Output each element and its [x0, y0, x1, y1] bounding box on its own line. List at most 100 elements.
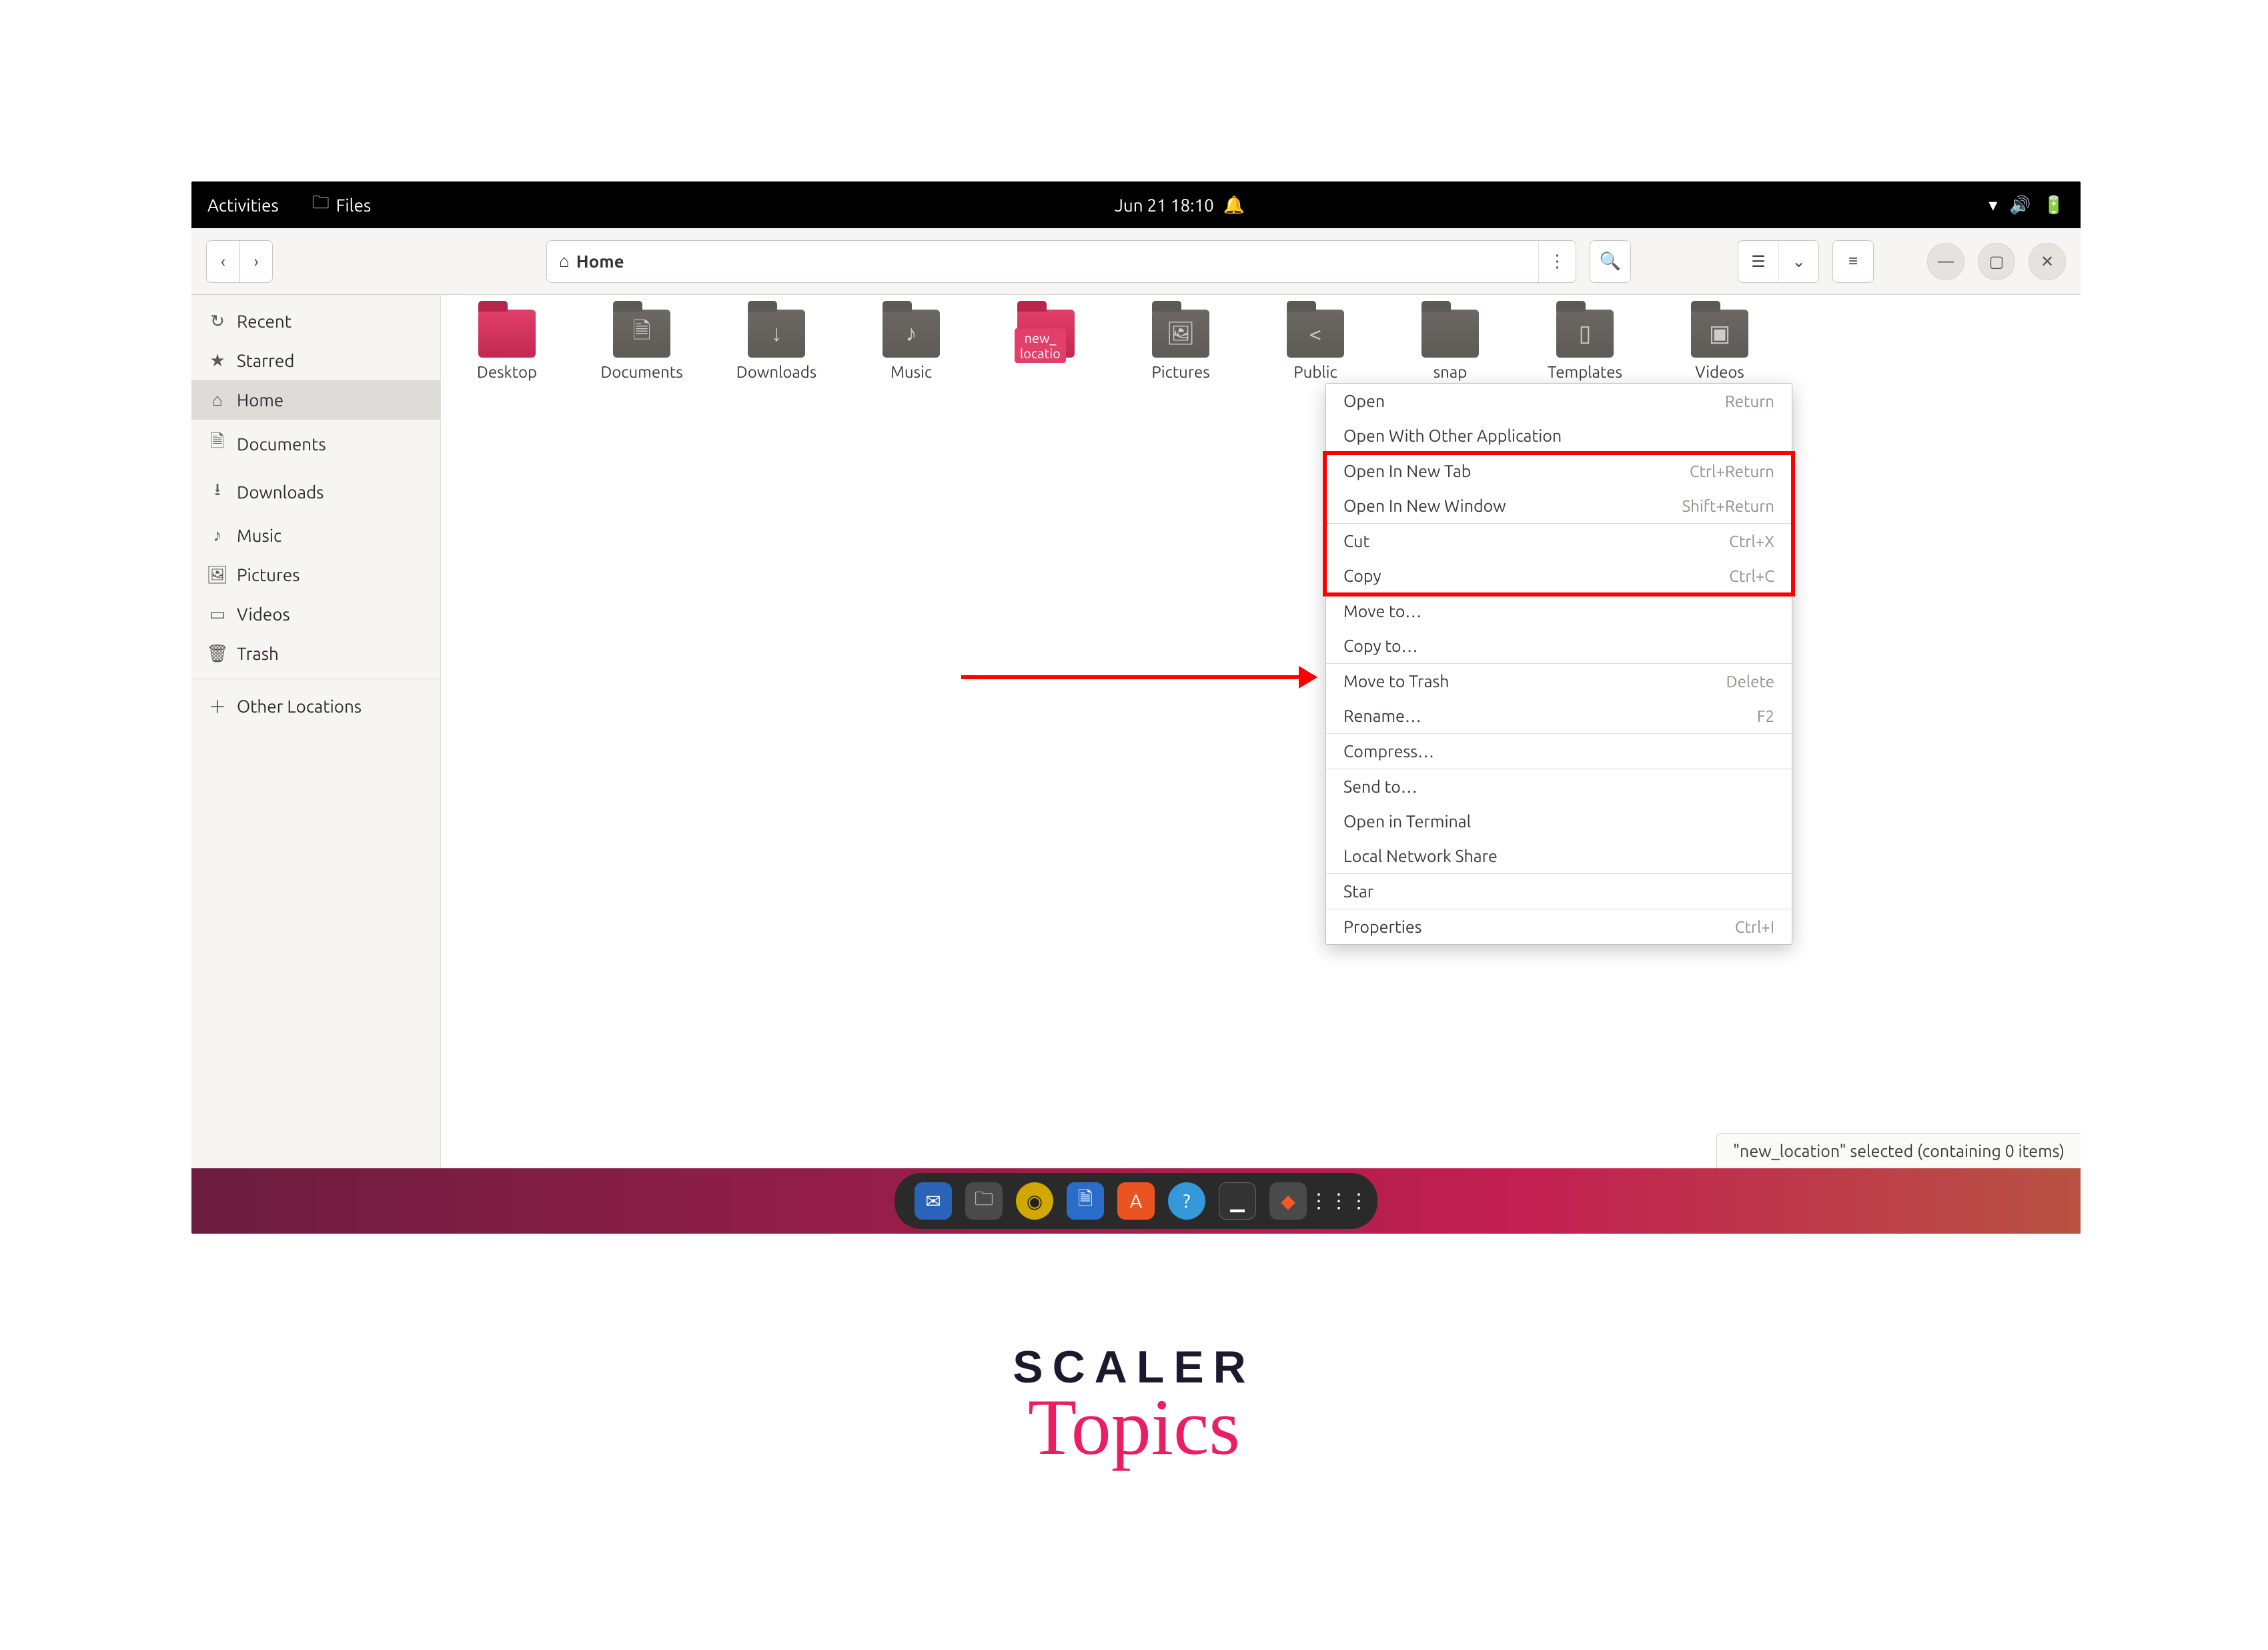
gnome-topbar: Activities 🗀 Files Jun 21 18:10 🔔 ▾ 🔊 🔋 [191, 181, 2081, 228]
context-menu-item[interactable]: Rename… F2 [1326, 699, 1792, 733]
context-menu-item[interactable]: Send to… [1326, 769, 1792, 804]
menu-item-label: Copy to… [1343, 637, 1418, 655]
menu-item-shortcut: Ctrl+Return [1690, 462, 1774, 480]
back-button[interactable]: ‹ [206, 240, 239, 283]
folder-item[interactable]: new_locationew_location [1009, 310, 1083, 382]
sidebar-item-label: Other Locations [237, 697, 362, 716]
context-menu-item[interactable]: OpenReturn [1326, 384, 1792, 418]
menu-item-shortcut: F2 [1757, 707, 1774, 725]
folder-icon: ♪ [883, 310, 940, 358]
menu-item-shortcut: Shift+Return [1682, 497, 1774, 515]
context-menu-item[interactable]: Local Network Share [1326, 839, 1792, 873]
sidebar-item-label: Starred [237, 351, 294, 370]
context-menu-item[interactable]: Open In New TabCtrl+Return [1326, 454, 1792, 488]
star-icon: ★ [209, 350, 226, 371]
image-icon: 🖼 [209, 564, 226, 585]
sidebar-item-starred[interactable]: ★ Starred [191, 341, 440, 380]
menu-item-label: Star [1343, 882, 1373, 901]
sidebar-item-other-locations[interactable]: ＋ Other Locations [191, 685, 440, 728]
context-menu-item[interactable]: Compress… [1326, 734, 1792, 769]
dock-app-rhythmbox[interactable]: ◉ [1016, 1182, 1053, 1220]
hamburger-button[interactable]: ≡ [1832, 240, 1874, 283]
folder-item[interactable]: ▣Videos [1683, 310, 1756, 382]
context-menu-item[interactable]: Move to TrashDelete [1326, 664, 1792, 699]
battery-icon[interactable]: 🔋 [2043, 195, 2065, 216]
folder-icon [478, 310, 536, 358]
close-button[interactable]: ✕ [2029, 243, 2066, 280]
wifi-icon[interactable]: ▾ [1989, 195, 1997, 216]
maximize-button[interactable]: ▢ [1978, 243, 2015, 280]
sidebar-item-pictures[interactable]: 🖼Pictures [191, 555, 440, 594]
context-menu-item[interactable]: Open in Terminal [1326, 804, 1792, 839]
dock-app-libreoffice[interactable]: 🗎 [1067, 1182, 1104, 1220]
app-name-label: Files [336, 195, 371, 215]
context-menu-item[interactable]: Copy to… [1326, 629, 1792, 663]
path-bar[interactable]: ⌂ Home ⋮ [546, 240, 1576, 283]
folder-item[interactable]: 🗎Documents [605, 310, 678, 382]
search-button[interactable]: 🔍 [1590, 240, 1631, 283]
context-menu-item[interactable]: Star [1326, 874, 1792, 909]
sidebar-item-trash[interactable]: 🗑Trash [191, 634, 440, 673]
sidebar-item-label: Home [237, 390, 284, 410]
dock-background: ✉ 🗀 ◉ 🗎 A ? ▁ ◆ ⋮⋮⋮ [191, 1168, 2081, 1234]
folder-label: Public [1293, 363, 1337, 382]
menu-item-label: Copy [1343, 566, 1381, 585]
menu-item-label: Open in Terminal [1343, 812, 1471, 831]
trash-icon: 🗑 [209, 643, 226, 664]
clock-label[interactable]: Jun 21 18:10 [1115, 195, 1214, 215]
dock-app-files[interactable]: 🗀 [965, 1182, 1003, 1220]
notification-bell-icon[interactable]: 🔔 [1223, 195, 1245, 216]
dock-app-brave[interactable]: ◆ [1269, 1182, 1307, 1220]
folder-item[interactable]: ♪Music [875, 310, 948, 382]
folder-item[interactable]: ▯Templates [1548, 310, 1622, 382]
home-icon: ⌂ [559, 251, 570, 272]
sidebar-item-home[interactable]: ⌂ Home [191, 380, 440, 420]
forward-button[interactable]: › [239, 240, 273, 283]
dock-app-terminal[interactable]: ▁ [1219, 1182, 1256, 1220]
menu-item-shortcut: Ctrl+I [1735, 918, 1774, 936]
folder-icon [1422, 310, 1479, 358]
dock-app-software[interactable]: A [1117, 1182, 1155, 1220]
context-menu-item[interactable]: Move to… [1326, 594, 1792, 629]
ubuntu-desktop-window: Activities 🗀 Files Jun 21 18:10 🔔 ▾ 🔊 🔋 … [191, 181, 2081, 1234]
folder-icon: 🗎 [613, 310, 670, 358]
dock-app-grid[interactable]: ⋮⋮⋮ [1320, 1182, 1357, 1220]
folder-item[interactable]: <Public [1279, 310, 1352, 382]
folder-item[interactable]: Desktop [470, 310, 544, 382]
context-menu-item[interactable]: Open In New Window Shift+Return [1326, 488, 1792, 523]
menu-item-label: Move to… [1343, 602, 1422, 621]
view-dropdown-button[interactable]: ⌄ [1778, 241, 1818, 282]
dock-app-thunderbird[interactable]: ✉ [915, 1182, 952, 1220]
sidebar-item-label: Downloads [237, 482, 324, 502]
activities-button[interactable]: Activities [207, 195, 279, 215]
sidebar-item-recent[interactable]: ↻Recent [191, 302, 440, 341]
dock-app-help[interactable]: ? [1168, 1182, 1205, 1220]
folder-label: snap [1434, 363, 1468, 382]
path-kebab-button[interactable]: ⋮ [1538, 241, 1576, 282]
sidebar-item-downloads[interactable]: ⭳Downloads [191, 468, 440, 516]
context-menu-item[interactable]: Open With Other Application [1326, 418, 1792, 453]
folder-item[interactable]: 🖼Pictures [1144, 310, 1217, 382]
document-icon: 🗎 [209, 429, 226, 458]
menu-item-label: Rename… [1343, 707, 1422, 725]
volume-icon[interactable]: 🔊 [2009, 195, 2031, 216]
folder-item[interactable]: snap [1413, 310, 1487, 382]
content-area[interactable]: Desktop 🗎Documents ↓Downloads ♪Music new_loc… [441, 295, 2081, 1168]
context-menu-item[interactable]: CopyCtrl+C [1326, 558, 1792, 593]
watermark-line2: Topics [1013, 1381, 1255, 1473]
nav-buttons: ‹ › [206, 240, 273, 283]
minimize-button[interactable]: — [1927, 243, 1964, 280]
home-icon: ⌂ [209, 390, 226, 410]
sidebar-item-documents[interactable]: 🗎Documents [191, 420, 440, 468]
menu-item-label: Open In New Window [1343, 496, 1506, 515]
list-view-button[interactable]: ☰ [1738, 241, 1778, 282]
context-menu-item[interactable]: PropertiesCtrl+I [1326, 909, 1792, 944]
menu-item-shortcut: Delete [1726, 673, 1774, 691]
sidebar: ↻Recent ★ Starred ⌂ Home 🗎Documents⭳Downloads… [191, 295, 441, 1168]
sidebar-item-videos[interactable]: ▭Videos [191, 594, 440, 634]
sidebar-item-music[interactable]: ♪Music [191, 516, 440, 555]
context-menu-item[interactable]: CutCtrl+X [1326, 524, 1792, 558]
current-app-indicator[interactable]: 🗀 Files [312, 190, 371, 220]
selection-status-bar: "new_location" selected (containing 0 it… [1716, 1133, 2081, 1168]
folder-item[interactable]: ↓Downloads [740, 310, 813, 382]
